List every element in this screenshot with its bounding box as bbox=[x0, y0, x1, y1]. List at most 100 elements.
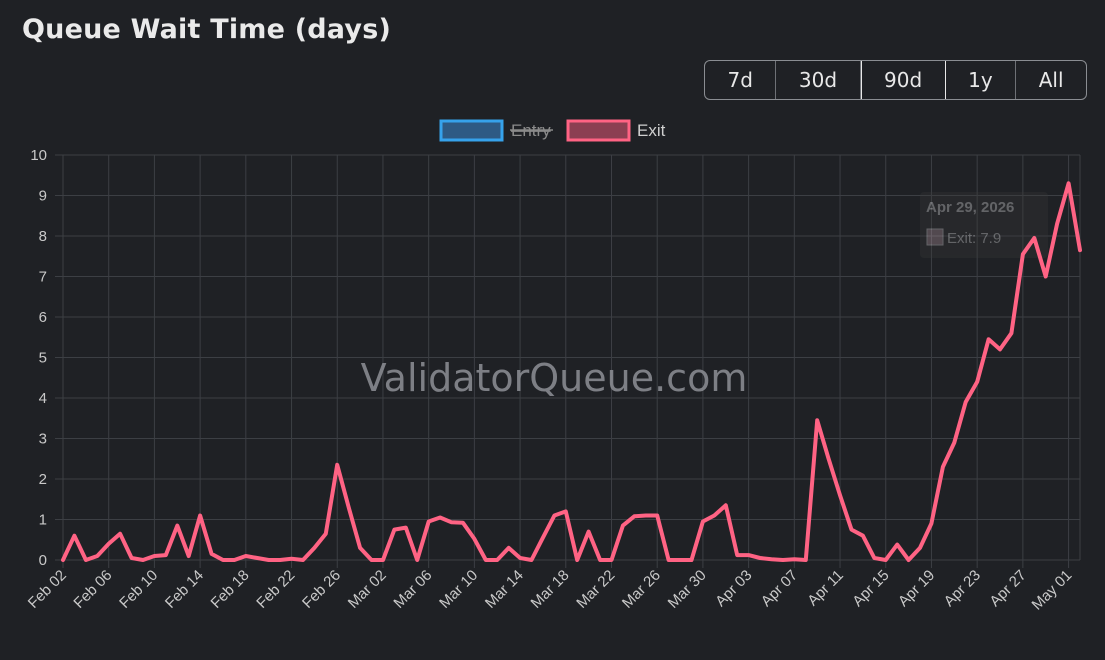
data-point-exit[interactable] bbox=[106, 541, 112, 547]
data-point-exit[interactable] bbox=[574, 557, 580, 563]
data-point-exit[interactable] bbox=[83, 557, 89, 563]
data-point-exit[interactable] bbox=[563, 508, 569, 514]
data-point-exit[interactable] bbox=[1031, 235, 1037, 241]
data-point-exit[interactable] bbox=[346, 504, 352, 510]
data-point-exit[interactable] bbox=[826, 456, 832, 462]
data-point-exit[interactable] bbox=[163, 552, 169, 558]
data-point-exit[interactable] bbox=[174, 523, 180, 529]
data-point-exit[interactable] bbox=[483, 557, 489, 563]
data-point-exit[interactable] bbox=[391, 527, 397, 533]
tooltip-value: Exit: 7.9 bbox=[947, 230, 1001, 247]
data-point-exit[interactable] bbox=[860, 533, 866, 539]
data-point-exit[interactable] bbox=[426, 519, 432, 525]
watermark-text: ValidatorQueue.com bbox=[361, 356, 748, 400]
data-point-exit[interactable] bbox=[620, 523, 626, 529]
data-point-exit[interactable] bbox=[666, 557, 672, 563]
data-point-exit[interactable] bbox=[117, 531, 123, 537]
data-point-exit[interactable] bbox=[380, 557, 386, 563]
data-point-exit[interactable] bbox=[689, 557, 695, 563]
data-point-exit[interactable] bbox=[129, 555, 135, 561]
legend-swatch-exit bbox=[566, 119, 631, 142]
data-point-exit[interactable] bbox=[894, 542, 900, 548]
data-point-exit[interactable] bbox=[414, 557, 420, 563]
data-point-exit[interactable] bbox=[883, 557, 889, 563]
data-point-exit[interactable] bbox=[780, 557, 786, 563]
data-point-exit[interactable] bbox=[231, 557, 237, 563]
data-point-exit[interactable] bbox=[997, 346, 1003, 352]
data-point-exit[interactable] bbox=[311, 545, 317, 551]
data-point-exit[interactable] bbox=[403, 525, 409, 531]
data-point-exit[interactable] bbox=[1043, 274, 1049, 280]
data-point-exit[interactable] bbox=[529, 557, 535, 563]
data-point-exit[interactable] bbox=[60, 557, 66, 563]
data-point-exit[interactable] bbox=[140, 557, 146, 563]
data-point-exit[interactable] bbox=[517, 555, 523, 561]
data-point-exit[interactable] bbox=[837, 492, 843, 498]
data-point-exit[interactable] bbox=[1054, 221, 1060, 227]
data-point-exit[interactable] bbox=[643, 513, 649, 519]
data-point-exit[interactable] bbox=[540, 535, 546, 541]
data-point-exit[interactable] bbox=[951, 440, 957, 446]
data-point-exit[interactable] bbox=[871, 555, 877, 561]
data-point-exit[interactable] bbox=[1020, 251, 1026, 257]
data-point-exit[interactable] bbox=[677, 557, 683, 563]
data-point-exit[interactable] bbox=[151, 553, 157, 559]
data-point-exit[interactable] bbox=[289, 556, 295, 562]
legend-item-entry[interactable]: Entry bbox=[439, 119, 553, 142]
data-point-exit[interactable] bbox=[803, 557, 809, 563]
data-point-exit[interactable] bbox=[734, 552, 740, 558]
data-point-exit[interactable] bbox=[220, 557, 226, 563]
data-point-exit[interactable] bbox=[917, 545, 923, 551]
data-point-exit[interactable] bbox=[71, 533, 77, 539]
data-point-exit[interactable] bbox=[769, 556, 775, 562]
data-point-exit[interactable] bbox=[986, 336, 992, 342]
data-point-exit[interactable] bbox=[186, 553, 192, 559]
data-point-exit[interactable] bbox=[906, 557, 912, 563]
data-point-exit[interactable] bbox=[746, 552, 752, 558]
data-point-exit[interactable] bbox=[506, 545, 512, 551]
tooltip-date: Apr 29, 2026 bbox=[926, 199, 1014, 216]
data-point-exit[interactable] bbox=[757, 555, 763, 561]
data-point-exit[interactable] bbox=[597, 557, 603, 563]
y-tick-label: 4 bbox=[39, 390, 47, 407]
data-point-exit[interactable] bbox=[369, 557, 375, 563]
data-point-exit[interactable] bbox=[814, 417, 820, 423]
data-point-exit[interactable] bbox=[323, 531, 329, 537]
data-point-exit[interactable] bbox=[460, 520, 466, 526]
data-point-exit[interactable] bbox=[266, 557, 272, 563]
data-point-exit[interactable] bbox=[357, 545, 363, 551]
data-point-exit[interactable] bbox=[928, 521, 934, 527]
data-point-exit[interactable] bbox=[300, 557, 306, 563]
data-point-exit[interactable] bbox=[654, 513, 660, 519]
data-point-exit[interactable] bbox=[631, 513, 637, 519]
data-point-exit[interactable] bbox=[254, 555, 260, 561]
data-point-exit[interactable] bbox=[209, 551, 215, 557]
data-point-exit[interactable] bbox=[711, 513, 717, 519]
data-point-exit[interactable] bbox=[94, 553, 100, 559]
x-tick-label: Feb 22 bbox=[253, 567, 298, 612]
legend-label-exit: Exit bbox=[637, 121, 666, 140]
data-point-exit[interactable] bbox=[1008, 330, 1014, 336]
data-point-exit[interactable] bbox=[197, 513, 203, 519]
data-point-exit[interactable] bbox=[974, 379, 980, 385]
data-point-exit[interactable] bbox=[609, 557, 615, 563]
data-point-exit[interactable] bbox=[471, 536, 477, 542]
data-point-exit[interactable] bbox=[586, 529, 592, 535]
data-point-exit[interactable] bbox=[1066, 180, 1072, 186]
legend-item-exit[interactable]: Exit bbox=[566, 119, 666, 142]
data-point-exit[interactable] bbox=[243, 553, 249, 559]
data-point-exit[interactable] bbox=[940, 464, 946, 470]
data-point-exit[interactable] bbox=[849, 527, 855, 533]
data-point-exit[interactable] bbox=[334, 462, 340, 468]
data-point-exit[interactable] bbox=[723, 502, 729, 508]
data-point-exit[interactable] bbox=[700, 519, 706, 525]
data-point-exit[interactable] bbox=[791, 556, 797, 562]
data-point-exit[interactable] bbox=[1077, 247, 1083, 253]
data-point-exit[interactable] bbox=[437, 515, 443, 521]
data-point-exit[interactable] bbox=[494, 557, 500, 563]
data-point-exit[interactable] bbox=[277, 557, 283, 563]
data-point-exit[interactable] bbox=[449, 519, 455, 525]
data-point-exit[interactable] bbox=[963, 399, 969, 405]
x-tick-label: Mar 30 bbox=[665, 567, 710, 612]
data-point-exit[interactable] bbox=[551, 513, 557, 519]
